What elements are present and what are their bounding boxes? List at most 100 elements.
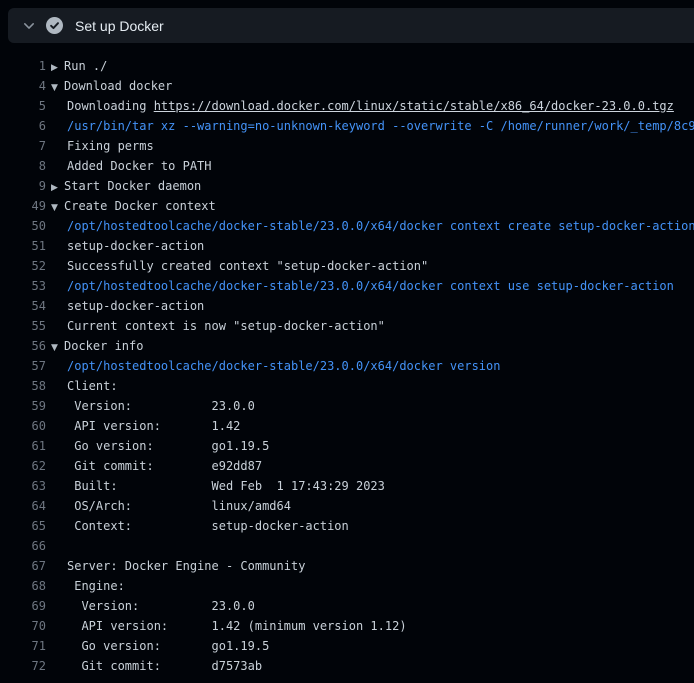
group-title[interactable]: Run ./ (64, 59, 107, 73)
log-line: 55Current context is now "setup-docker-a… (0, 316, 694, 336)
line-number[interactable]: 59 (0, 396, 46, 416)
line-number[interactable]: 58 (0, 376, 46, 396)
log-line: 9 ▶Start Docker daemon (0, 176, 694, 196)
group-title[interactable]: Start Docker daemon (64, 179, 201, 193)
line-number[interactable]: 71 (0, 636, 46, 656)
group-title[interactable]: Download docker (64, 79, 172, 93)
log-line: 62 Git commit: e92dd87 (0, 456, 694, 476)
log-link[interactable]: https://download.docker.com/linux/static… (154, 99, 674, 113)
line-number[interactable]: 63 (0, 476, 46, 496)
step-title[interactable]: Set up Docker (75, 18, 164, 34)
log-line: 50/opt/hostedtoolcache/docker-stable/23.… (0, 216, 694, 236)
log-command-text: /opt/hostedtoolcache/docker-stable/23.0.… (46, 216, 694, 236)
line-number[interactable]: 67 (0, 556, 46, 576)
line-number[interactable]: 6 (0, 116, 46, 136)
line-number[interactable]: 64 (0, 496, 46, 516)
log-line: 60 API version: 1.42 (0, 416, 694, 436)
log-group-row: ▼Download docker (46, 76, 172, 96)
log-line: 57/opt/hostedtoolcache/docker-stable/23.… (0, 356, 694, 376)
log-line: 63 Built: Wed Feb 1 17:43:29 2023 (0, 476, 694, 496)
log-text: OS/Arch: linux/amd64 (46, 496, 291, 516)
group-expanded-arrow-icon[interactable]: ▼ (51, 338, 64, 356)
log-text: Engine: (46, 576, 125, 596)
log-line: 61 Go version: go1.19.5 (0, 436, 694, 456)
log-line: 5 Downloading https://download.docker.com… (0, 96, 694, 116)
log-text: Go version: go1.19.5 (46, 636, 269, 656)
log-line: 71 Go version: go1.19.5 (0, 636, 694, 656)
log-line: 6/usr/bin/tar xz --warning=no-unknown-ke… (0, 116, 694, 136)
log-text: Added Docker to PATH (46, 156, 212, 176)
log-text: setup-docker-action (46, 236, 204, 256)
line-number[interactable]: 66 (0, 536, 46, 556)
group-collapsed-arrow-icon[interactable]: ▶ (51, 178, 64, 196)
line-number[interactable]: 8 (0, 156, 46, 176)
log-text: Server: Docker Engine - Community (46, 556, 305, 576)
line-number[interactable]: 65 (0, 516, 46, 536)
group-title[interactable]: Create Docker context (64, 199, 216, 213)
line-number[interactable]: 69 (0, 596, 46, 616)
log-group-row: ▼Create Docker context (46, 196, 216, 216)
line-number[interactable]: 55 (0, 316, 46, 336)
log-group-row: ▶Run ./ (46, 56, 107, 76)
line-number[interactable]: 1 (0, 56, 46, 76)
log-group-row: ▼Docker info (46, 336, 143, 356)
line-number[interactable]: 51 (0, 236, 46, 256)
line-number[interactable]: 54 (0, 296, 46, 316)
line-number[interactable]: 70 (0, 616, 46, 636)
line-number[interactable]: 7 (0, 136, 46, 156)
log-line: 51setup-docker-action (0, 236, 694, 256)
line-number[interactable]: 61 (0, 436, 46, 456)
log-text: Current context is now "setup-docker-act… (46, 316, 385, 336)
line-number[interactable]: 5 (0, 96, 46, 116)
log-line: 64 OS/Arch: linux/amd64 (0, 496, 694, 516)
log-line: 72 Git commit: d7573ab (0, 656, 694, 676)
line-number[interactable]: 9 (0, 176, 46, 196)
log-line: 69 Version: 23.0.0 (0, 596, 694, 616)
line-number[interactable]: 4 (0, 76, 46, 96)
log-text: Go version: go1.19.5 (46, 436, 269, 456)
line-number[interactable]: 56 (0, 336, 46, 356)
log-line: 67Server: Docker Engine - Community (0, 556, 694, 576)
log-line: 56▼Docker info (0, 336, 694, 356)
log-line: 68 Engine: (0, 576, 694, 596)
log-line: 8Added Docker to PATH (0, 156, 694, 176)
log-line: 1▶Run ./ (0, 56, 694, 76)
log-line: 4▼Download docker (0, 76, 694, 96)
log-line: 49▼Create Docker context (0, 196, 694, 216)
log-command-text: /opt/hostedtoolcache/docker-stable/23.0.… (46, 356, 500, 376)
log-text: API version: 1.42 (46, 416, 240, 436)
log-text: Version: 23.0.0 (46, 396, 255, 416)
log-text: Context: setup-docker-action (46, 516, 349, 536)
log-text: Built: Wed Feb 1 17:43:29 2023 (46, 476, 385, 496)
log-text: Successfully created context "setup-dock… (46, 256, 428, 276)
line-number[interactable]: 62 (0, 456, 46, 476)
line-number[interactable]: 49 (0, 196, 46, 216)
group-expanded-arrow-icon[interactable]: ▼ (51, 198, 64, 216)
line-number[interactable]: 50 (0, 216, 46, 236)
log-text: Git commit: e92dd87 (46, 456, 262, 476)
log-line: 58Client: (0, 376, 694, 396)
line-number[interactable]: 60 (0, 416, 46, 436)
log-text: Git commit: d7573ab (46, 656, 262, 676)
check-circle-icon (46, 17, 63, 34)
log-text-prefix: Downloading (67, 99, 154, 113)
line-number[interactable]: 68 (0, 576, 46, 596)
log-text: setup-docker-action (46, 296, 204, 316)
chevron-down-icon[interactable] (22, 19, 36, 33)
log-line: 65 Context: setup-docker-action (0, 516, 694, 536)
group-collapsed-arrow-icon[interactable]: ▶ (51, 58, 64, 76)
log-line: 53/opt/hostedtoolcache/docker-stable/23.… (0, 276, 694, 296)
line-number[interactable]: 72 (0, 656, 46, 676)
step-header[interactable]: Set up Docker (8, 8, 694, 43)
log-text (46, 536, 67, 556)
log-line: 66 (0, 536, 694, 556)
line-number[interactable]: 53 (0, 276, 46, 296)
log-text: Version: 23.0.0 (46, 596, 255, 616)
log-command-text: /opt/hostedtoolcache/docker-stable/23.0.… (46, 276, 674, 296)
log-lines: 1▶Run ./4▼Download docker5Downloading ht… (0, 56, 694, 676)
group-title[interactable]: Docker info (64, 339, 143, 353)
line-number[interactable]: 57 (0, 356, 46, 376)
log-line: 54setup-docker-action (0, 296, 694, 316)
group-expanded-arrow-icon[interactable]: ▼ (51, 78, 64, 96)
line-number[interactable]: 52 (0, 256, 46, 276)
